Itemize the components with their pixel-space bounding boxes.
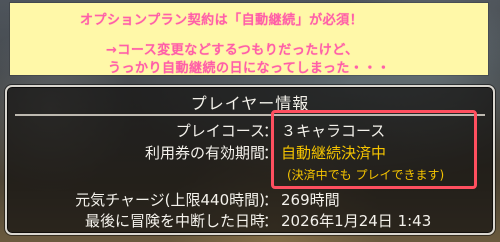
play-course-colon: ： [263,122,279,140]
ticket-validity-label: 利用券の有効期間 [144,144,265,162]
ticket-validity-colon: ： [263,144,279,162]
row-play-course: プレイコース ： ３キャラコース [7,120,493,140]
row-ticket-validity: 利用券の有効期間 ： 自動継続決済中 [7,142,493,162]
last-adventure-label: 最後に冒険を中断した日時 [84,212,265,230]
last-adventure-colon: ： [263,212,279,230]
play-course-label: プレイコース [175,122,265,140]
last-adventure-value: 2026年1月24日 1:43 [281,212,432,230]
genki-charge-value: 269時間 [281,191,340,209]
ticket-validity-value: 自動継続決済中 [281,144,387,162]
caption-line-1: オプションプラン契約は「自動継続」が必須！ [80,13,364,28]
caption-line-3: うっかり自動継続の日になってしまった・・・ [108,61,391,76]
row-genki-charge: 元気チャージ(上限440時間) ： 269時間 [7,189,493,209]
caption-line-2: →コース変更などするつもりだったけど、 [106,43,359,58]
play-course-value: ３キャラコース [281,122,386,140]
payment-note: (決済中でも プレイできます) [287,168,445,182]
row-last-adventure: 最後に冒険を中断した日時 ： 2026年1月24日 1:43 [7,210,493,230]
genki-charge-label: 元気チャージ(上限440時間) [75,191,265,209]
player-info-panel: プレイヤー情報 プレイコース ： ３キャラコース 利用券の有効期間 ： 自動継続… [5,85,495,235]
annotation-caption: オプションプラン契約は「自動継続」が必須！ →コース変更などするつもりだったけど… [10,3,488,76]
genki-charge-colon: ： [263,191,279,209]
